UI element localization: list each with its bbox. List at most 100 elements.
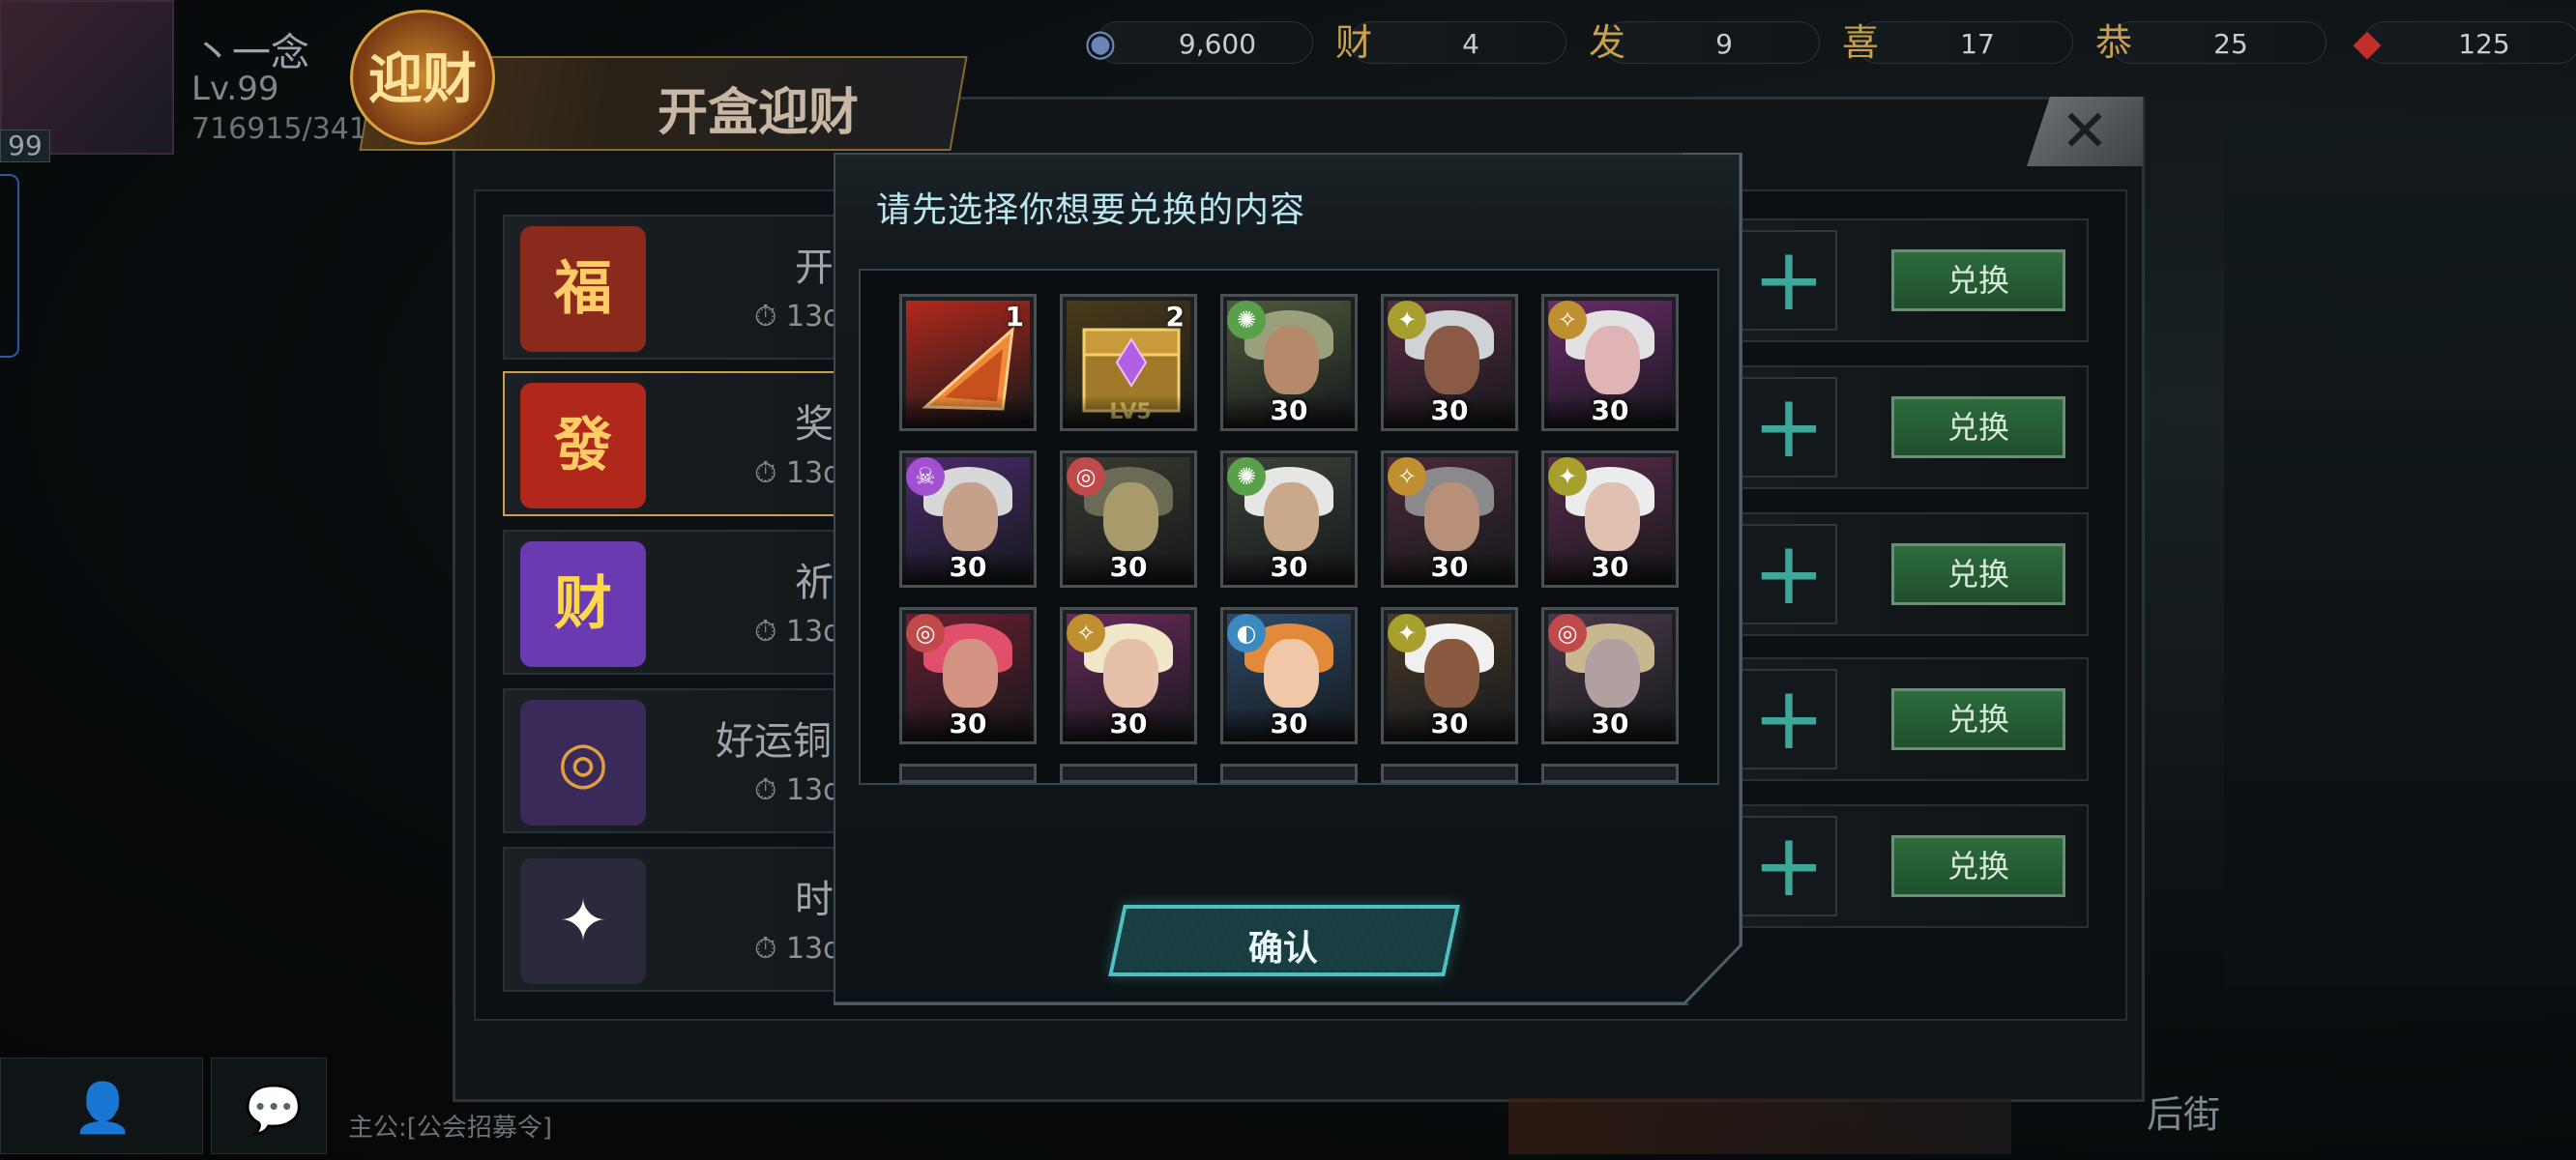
confirm-button[interactable]: 确认 <box>1108 905 1460 976</box>
task-label: 好运铜 <box>716 719 832 764</box>
back-street-button[interactable]: 后街 <box>2147 1085 2220 1138</box>
portrait-face <box>1424 481 1479 552</box>
treasure-chest-item[interactable]: LV52 <box>1060 294 1197 431</box>
exchange-button[interactable]: 兑换 <box>1891 835 2065 897</box>
character-shard[interactable]: ◎ 30 <box>899 607 1037 744</box>
task-timer-value: 13d <box>785 300 842 334</box>
modal-title: 请先选择你想要兑换的内容 <box>876 190 1306 230</box>
task-label: 奖 <box>795 402 834 447</box>
class-badge-icon: ☠ <box>906 457 945 496</box>
crystal-shard-item[interactable]: 1 <box>899 294 1037 431</box>
add-item-slot[interactable]: + <box>1741 669 1837 769</box>
item-count: 30 <box>1591 551 1629 583</box>
task-thumbnail: 福 <box>520 226 646 352</box>
count-shade <box>902 395 1034 428</box>
character-shard[interactable]: ✧ 30 <box>1381 450 1518 588</box>
currency-value: 125 <box>2458 28 2510 60</box>
item-count: 30 <box>1591 394 1629 426</box>
class-badge-icon: ◐ <box>1227 614 1266 652</box>
item-count: 30 <box>1430 394 1469 426</box>
currency-gong-token[interactable]: 恭 25 <box>2095 21 2327 64</box>
currency-red-gem[interactable]: ◆ 125 <box>2353 21 2576 64</box>
add-item-slot[interactable]: + <box>1741 816 1837 916</box>
character-shard[interactable]: ✦ 30 <box>1381 294 1518 431</box>
class-badge-icon: ✦ <box>1548 457 1587 496</box>
currency-value: 17 <box>1960 28 1995 60</box>
character-shard[interactable]: ✧ 30 <box>1541 294 1679 431</box>
item-count: 30 <box>1109 551 1148 583</box>
class-badge-icon: ◎ <box>1067 457 1105 496</box>
exchange-button[interactable]: 兑换 <box>1891 396 2065 458</box>
character-shard[interactable]: ☠ 30 <box>899 450 1037 588</box>
portrait-face <box>1585 638 1640 709</box>
character-shard[interactable]: ✦ 30 <box>1541 450 1679 588</box>
task-thumbnail: ✦ <box>520 858 646 984</box>
exchange-button[interactable]: 兑换 <box>1891 249 2065 311</box>
chat-button[interactable]: 💬 <box>211 1058 327 1154</box>
task-timer: ⏱ 13d <box>754 300 841 334</box>
task-timer-value: 13d <box>785 773 842 807</box>
character-shard[interactable]: ✧ 30 <box>1060 607 1197 744</box>
player-exp: 716915/341 <box>191 112 367 146</box>
currency-value: 9,600 <box>1178 28 1257 60</box>
character-shard[interactable]: ✦ 30 <box>1381 607 1518 744</box>
grid-cell-partial[interactable] <box>1060 764 1197 783</box>
task-timer-value: 13d <box>785 456 842 490</box>
item-count: 30 <box>1430 551 1469 583</box>
grid-cell-partial[interactable] <box>1220 764 1358 783</box>
currency-value: 25 <box>2213 28 2248 60</box>
grid-cell-partial[interactable] <box>1381 764 1518 783</box>
item-count: 30 <box>949 551 987 583</box>
exchange-button[interactable]: 兑换 <box>1891 688 2065 750</box>
cai-token-icon: 财 <box>1334 21 1372 64</box>
class-badge-icon: ✧ <box>1067 614 1105 652</box>
character-shard[interactable]: ◎ 30 <box>1541 607 1679 744</box>
class-badge-icon: ✦ <box>1388 301 1426 339</box>
character-shard[interactable]: ◐ 30 <box>1220 607 1358 744</box>
item-count: 2 <box>1165 301 1185 333</box>
event-logo: 迎财 <box>350 10 495 145</box>
item-count: 30 <box>1591 708 1629 740</box>
currency-cai-token[interactable]: 财4 <box>1335 21 1566 64</box>
item-count: 30 <box>1270 394 1308 426</box>
coin-icon: ◉ <box>1084 21 1117 64</box>
friends-button[interactable]: 👤 <box>0 1058 203 1154</box>
task-timer: ⏱ 13d <box>754 456 841 490</box>
class-badge-icon: ✺ <box>1227 301 1266 339</box>
exchange-button[interactable]: 兑换 <box>1891 543 2065 605</box>
add-item-slot[interactable]: + <box>1741 230 1837 331</box>
item-grid-frame[interactable]: 1LV52✺30✦30✧30☠30◎30✺30✧30✦30◎30✧30◐30✦3… <box>859 269 1719 785</box>
currency-coin[interactable]: ◉ 9,600 <box>1084 21 1313 64</box>
portrait-face <box>1264 638 1319 709</box>
item-count: 30 <box>1270 551 1308 583</box>
portrait-face <box>1585 481 1640 552</box>
portrait-face <box>943 481 998 552</box>
character-shard[interactable]: ◎ 30 <box>1060 450 1197 588</box>
portrait-face <box>1585 325 1640 395</box>
class-badge-icon: ✦ <box>1388 614 1426 652</box>
grid-cell-partial[interactable] <box>899 764 1037 783</box>
confirm-button-label: 确认 <box>1247 929 1318 969</box>
currency-value: 4 <box>1462 28 1479 60</box>
task-timer-value: 13d <box>785 932 842 966</box>
add-item-slot[interactable]: + <box>1741 524 1837 624</box>
friends-icon: 👤 <box>73 1080 133 1136</box>
currency-fa-token[interactable]: 发9 <box>1589 21 1820 64</box>
portrait-face <box>1424 638 1479 709</box>
add-item-slot[interactable]: + <box>1741 377 1837 478</box>
event-tabs-strip[interactable] <box>1508 1098 2011 1154</box>
grid-cell-partial[interactable] <box>1541 764 1679 783</box>
character-shard[interactable]: ✺ 30 <box>1220 294 1358 431</box>
character-shard[interactable]: ✺ 30 <box>1220 450 1358 588</box>
class-badge-icon: ◎ <box>906 614 945 652</box>
task-timer: ⏱ 13d <box>754 773 841 807</box>
side-drawer-handle[interactable] <box>0 174 19 358</box>
red-gem-icon: ◆ <box>2353 21 2382 64</box>
task-timer: ⏱ 13d <box>754 615 841 649</box>
class-badge-icon: ✧ <box>1388 457 1426 496</box>
currency-xi-token[interactable]: 喜 17 <box>1842 21 2073 64</box>
clock-icon: ⏱ <box>754 456 786 490</box>
fa-token-icon: 发 <box>1588 21 1625 64</box>
player-level: Lv.99 <box>191 70 279 108</box>
count-shade <box>1063 395 1194 428</box>
